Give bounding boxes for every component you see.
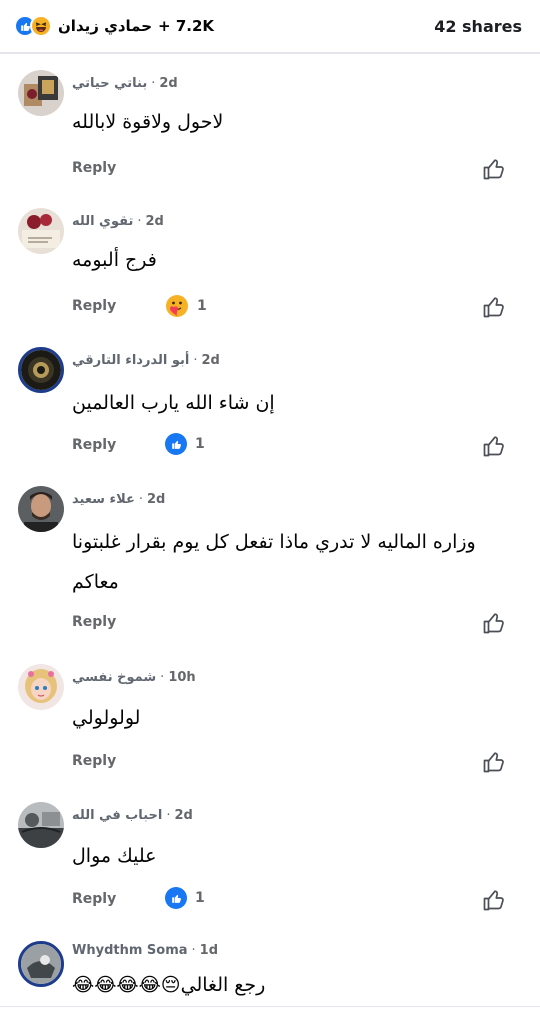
separator-dot: · <box>160 670 165 685</box>
comment-header: شموخ نفسي · 10h <box>72 670 196 685</box>
reply-button[interactable]: Reply <box>72 298 116 314</box>
separator-dot: · <box>191 943 196 958</box>
reaction-count: 1 <box>195 890 205 906</box>
like-button-icon[interactable] <box>482 888 506 912</box>
comment-header: احباب في الله · 2d <box>72 808 193 823</box>
like-button-icon[interactable] <box>482 295 506 319</box>
avatar[interactable] <box>18 802 64 848</box>
comment-header: تقوي الله · 2d <box>72 214 164 229</box>
like-icon <box>165 433 187 455</box>
comment-time[interactable]: 2d <box>201 353 219 368</box>
comment-text: فرج ألبومه <box>72 249 157 271</box>
commenter-name[interactable]: تقوي الله <box>72 214 133 229</box>
reply-button[interactable]: Reply <box>72 614 116 630</box>
comment-time[interactable]: 10h <box>168 670 195 685</box>
reaction-count: 1 <box>197 298 207 314</box>
commenter-name[interactable]: Whydthm Soma <box>72 943 188 958</box>
avatar[interactable] <box>18 347 64 393</box>
commenter-name[interactable]: احباب في الله <box>72 808 162 823</box>
comment-header: علاء سعيد · 2d <box>72 492 165 507</box>
avatar[interactable] <box>18 208 64 254</box>
comment-header: أبو الدرداء التارقي · 2d <box>72 353 220 368</box>
commenter-name[interactable]: علاء سعيد <box>72 492 135 507</box>
divider <box>0 52 540 54</box>
comment-reactions[interactable]: 1 <box>165 433 205 455</box>
like-button-icon[interactable] <box>482 157 506 181</box>
comment-text-line: معاكم <box>72 571 119 593</box>
commenter-name[interactable]: شموخ نفسي <box>72 670 156 685</box>
comment-item: شموخ نفسي · 10h لولولولي Reply <box>0 664 540 782</box>
reply-button[interactable]: Reply <box>72 437 116 453</box>
comment-time[interactable]: 2d <box>159 76 177 91</box>
comment-reactions[interactable]: 1 <box>165 294 207 318</box>
comment-text: رجع الغالي😔😂😂😂😂 <box>72 974 266 996</box>
shares-count[interactable]: 42 shares <box>434 17 522 36</box>
comment-text: لولولولي <box>72 707 141 729</box>
separator-dot: · <box>151 76 156 91</box>
separator-dot: · <box>138 492 144 507</box>
comment-header: Whydthm Soma · 1d <box>72 943 218 958</box>
like-button-icon[interactable] <box>482 750 506 774</box>
separator-dot: · <box>166 808 171 823</box>
reacted-user-name[interactable]: حمادي زيدان <box>58 17 152 35</box>
reply-button[interactable]: Reply <box>72 753 116 769</box>
commenter-name[interactable]: أبو الدرداء التارقي <box>72 353 189 368</box>
commenter-name[interactable]: بناتي حياتي <box>72 76 147 91</box>
avatar[interactable] <box>18 486 64 532</box>
comment-item: علاء سعيد · 2d وزاره الماليه لا تدري ماذ… <box>0 486 540 642</box>
comment-item: بناتي حياتي · 2d لاحول ولاقوة لابالله Re… <box>0 70 540 188</box>
comment-text: عليك موال <box>72 845 157 867</box>
avatar[interactable] <box>18 70 64 116</box>
separator-dot: · <box>137 214 142 229</box>
comment-time[interactable]: 2d <box>147 492 165 507</box>
comment-reactions[interactable]: 1 <box>165 887 205 909</box>
divider <box>0 1006 540 1007</box>
like-button-icon[interactable] <box>482 611 506 635</box>
like-button-icon[interactable] <box>482 434 506 458</box>
reply-button[interactable]: Reply <box>72 891 116 907</box>
comment-item: أبو الدرداء التارقي · 2d إن شاء الله يار… <box>0 347 540 465</box>
comment-item: Whydthm Soma · 1d رجع الغالي😔😂😂😂😂 <box>0 939 540 1007</box>
comment-item: تقوي الله · 2d فرج ألبومه Reply 1 <box>0 208 540 326</box>
reaction-count: 1 <box>195 436 205 452</box>
reaction-count[interactable]: + 7.2K <box>158 17 214 35</box>
reactions-bar: حمادي زيدان + 7.2K 42 shares <box>0 0 540 52</box>
comment-text-line: وزاره الماليه لا تدري ماذا تفعل كل يوم ب… <box>72 531 476 553</box>
comment-time[interactable]: 1d <box>200 943 218 958</box>
comment-item: احباب في الله · 2d عليك موال Reply 1 <box>0 802 540 920</box>
reply-button[interactable]: Reply <box>72 160 116 176</box>
comment-header: بناتي حياتي · 2d <box>72 76 178 91</box>
reaction-icons[interactable] <box>14 15 52 37</box>
comment-text: لاحول ولاقوة لابالله <box>72 111 224 133</box>
comment-time[interactable]: 2d <box>146 214 164 229</box>
comment-text: إن شاء الله يارب العالمين <box>72 392 275 414</box>
care-icon <box>166 295 188 317</box>
separator-dot: · <box>193 353 198 368</box>
avatar[interactable] <box>18 664 64 710</box>
haha-icon <box>30 15 52 37</box>
like-icon <box>165 887 187 909</box>
avatar[interactable] <box>18 941 64 987</box>
comment-time[interactable]: 2d <box>174 808 192 823</box>
